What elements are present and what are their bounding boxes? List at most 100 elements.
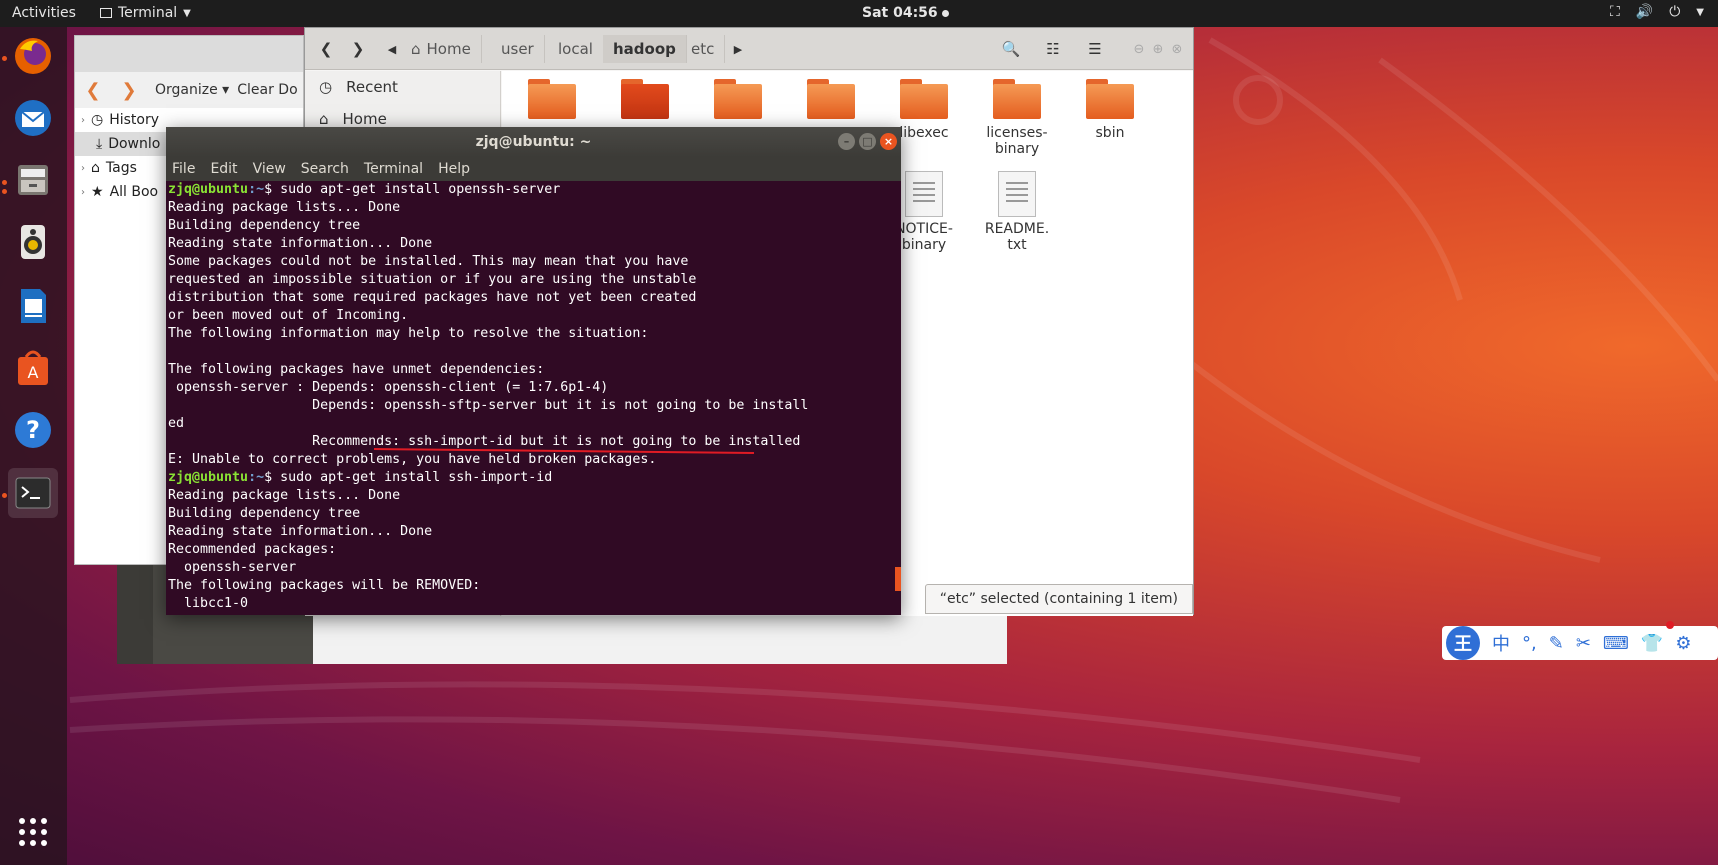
- breadcrumb-home[interactable]: ⌂ Home: [401, 35, 482, 63]
- firefox-icon[interactable]: [8, 31, 58, 81]
- terminal-line: Reading package lists... Done: [168, 199, 899, 217]
- breadcrumb-hadoop[interactable]: hadoop: [603, 35, 687, 63]
- organize-menu[interactable]: Organize ▾: [155, 82, 229, 98]
- scrollbar-marker[interactable]: [895, 567, 901, 591]
- show-applications-icon[interactable]: [8, 807, 58, 857]
- maximize-icon[interactable]: ⊕: [1150, 35, 1166, 63]
- system-tray[interactable]: ⛶ 🔊 ⏻ ▼: [1610, 4, 1704, 20]
- folder-icon: [900, 79, 948, 119]
- folder-item-licenses-binary[interactable]: licenses- binary: [977, 79, 1057, 157]
- forward-button[interactable]: ❯: [345, 35, 371, 63]
- menu-terminal[interactable]: Terminal: [364, 161, 423, 177]
- terminal-line: or been moved out of Incoming.: [168, 307, 899, 325]
- terminal-small-icon: [100, 8, 112, 18]
- breadcrumb-scroll-left[interactable]: ◀: [383, 35, 401, 63]
- breadcrumb-etc[interactable]: etc: [681, 35, 726, 63]
- prompt-path: :~: [248, 470, 265, 485]
- minimize-icon[interactable]: ⊖: [1131, 35, 1147, 63]
- svg-text:A: A: [28, 363, 39, 382]
- item-label: licenses- binary: [986, 125, 1048, 157]
- breadcrumb-user[interactable]: user: [491, 35, 545, 63]
- terminal-window: zjq@ubuntu: ~ – □ × File Edit View Searc…: [166, 127, 901, 615]
- prompt-user: zjq@ubuntu: [168, 182, 249, 197]
- terminal-line: Building dependency tree: [168, 505, 899, 523]
- hamburger-menu-icon[interactable]: ☰: [1079, 35, 1111, 63]
- terminal-icon[interactable]: [8, 468, 58, 518]
- terminal-line-text: The following packages have unmet depend…: [168, 362, 545, 377]
- breadcrumb-local[interactable]: local: [548, 35, 604, 63]
- rhythmbox-icon[interactable]: [8, 217, 58, 267]
- ime-language-toggle[interactable]: 中: [1492, 630, 1510, 656]
- ime-toolbar: 王 中 °, ✎ ✂ ⌨ 👕 ⚙: [1442, 626, 1718, 660]
- activities-button[interactable]: Activities: [12, 5, 76, 21]
- back-button[interactable]: ❮: [313, 35, 339, 63]
- clock[interactable]: Sat 04:56: [862, 5, 949, 21]
- close-icon[interactable]: ×: [880, 133, 897, 150]
- terminal-line-text: Reading package lists... Done: [168, 488, 401, 503]
- terminal-line: The following information may help to re…: [168, 325, 899, 343]
- sidebar-item-label: Recent: [346, 78, 398, 96]
- menu-edit[interactable]: Edit: [210, 161, 237, 177]
- back-arrow-icon[interactable]: ❮: [75, 80, 111, 101]
- terminal-title-bar[interactable]: zjq@ubuntu: ~ – □ ×: [166, 127, 901, 157]
- terminal-line: Some packages could not be installed. Th…: [168, 253, 899, 271]
- folder-icon: [528, 79, 576, 119]
- home-icon: ⌂: [319, 110, 329, 128]
- view-toggle-icon[interactable]: ☷: [1037, 35, 1069, 63]
- dock: A ?: [0, 27, 67, 865]
- app-menu[interactable]: Terminal ▼: [100, 5, 191, 21]
- terminal-line: zjq@ubuntu:~$ sudo apt-get install opens…: [168, 181, 899, 199]
- terminal-line-text: or been moved out of Incoming.: [168, 308, 409, 323]
- tree-item-label: Downlo: [108, 136, 161, 152]
- clear-downloads-button[interactable]: Clear Do: [237, 82, 297, 98]
- help-icon[interactable]: ?: [8, 405, 58, 455]
- terminal-line: The following packages will be REMOVED:: [168, 577, 899, 595]
- menu-view[interactable]: View: [253, 161, 286, 177]
- minimize-icon[interactable]: –: [838, 133, 855, 150]
- breadcrumb-label: Home: [426, 40, 471, 58]
- terminal-line: Recommends: ssh-import-id but it is not …: [168, 433, 899, 451]
- menu-help[interactable]: Help: [438, 161, 470, 177]
- terminal-output[interactable]: zjq@ubuntu :~ $ sudo apt-get install opens…: [168, 181, 899, 615]
- star-icon: ★: [91, 184, 104, 200]
- forward-arrow-icon[interactable]: ❯: [111, 80, 147, 101]
- software-icon[interactable]: A: [8, 343, 58, 393]
- breadcrumb-scroll-right[interactable]: ▶: [729, 35, 747, 63]
- running-indicator: [2, 180, 7, 185]
- keyboard-icon[interactable]: ⌨: [1603, 633, 1629, 654]
- terminal-line-text: Depends: openssh-sftp-server but it is n…: [168, 398, 809, 413]
- folder-item[interactable]: [698, 79, 778, 125]
- terminal-line: libcc1-0: [168, 595, 899, 613]
- punctuation-icon[interactable]: °,: [1522, 633, 1537, 654]
- files-icon[interactable]: [8, 155, 58, 205]
- writer-icon[interactable]: [8, 281, 58, 331]
- close-icon[interactable]: ⊗: [1169, 35, 1185, 63]
- folder-item[interactable]: [605, 79, 685, 125]
- thunderbird-icon[interactable]: [8, 93, 58, 143]
- pen-icon[interactable]: ✎: [1549, 633, 1564, 654]
- menu-file[interactable]: File: [172, 161, 195, 177]
- folder-item-sbin[interactable]: sbin: [1070, 79, 1150, 141]
- ime-logo[interactable]: 王: [1446, 626, 1480, 660]
- sidebar-item-recent[interactable]: ◷ Recent: [305, 71, 500, 103]
- settings-icon[interactable]: ⚙: [1675, 633, 1691, 654]
- folder-item[interactable]: [512, 79, 592, 125]
- expand-arrow-icon: ›: [81, 162, 85, 174]
- terminal-line: Reading state information... Done: [168, 235, 899, 253]
- terminal-line: ed: [168, 415, 899, 433]
- app-menu-label: Terminal: [118, 5, 178, 21]
- menu-search[interactable]: Search: [301, 161, 349, 177]
- skin-icon[interactable]: 👕: [1641, 633, 1663, 654]
- folder-item[interactable]: [791, 79, 871, 125]
- terminal-line: The following packages have unmet depend…: [168, 361, 899, 379]
- folder-icon: [714, 79, 762, 119]
- files-header-bar: ❮ ❯ ◀ ⌂ Home user local hadoop etc ▶ 🔍 ☷ …: [305, 28, 1193, 70]
- terminal-line-text: Building dependency tree: [168, 218, 361, 233]
- scissors-icon[interactable]: ✂: [1576, 633, 1591, 654]
- ime-notification-dot: [1666, 621, 1674, 629]
- terminal-line-text: $ sudo apt-get install openssh-server: [264, 182, 561, 197]
- library-toolbar: ❮ ❯ Organize ▾ Clear Do: [75, 72, 303, 108]
- maximize-icon[interactable]: □: [859, 133, 876, 150]
- file-item-readme[interactable]: README. txt: [977, 171, 1057, 253]
- search-icon[interactable]: 🔍: [995, 35, 1027, 63]
